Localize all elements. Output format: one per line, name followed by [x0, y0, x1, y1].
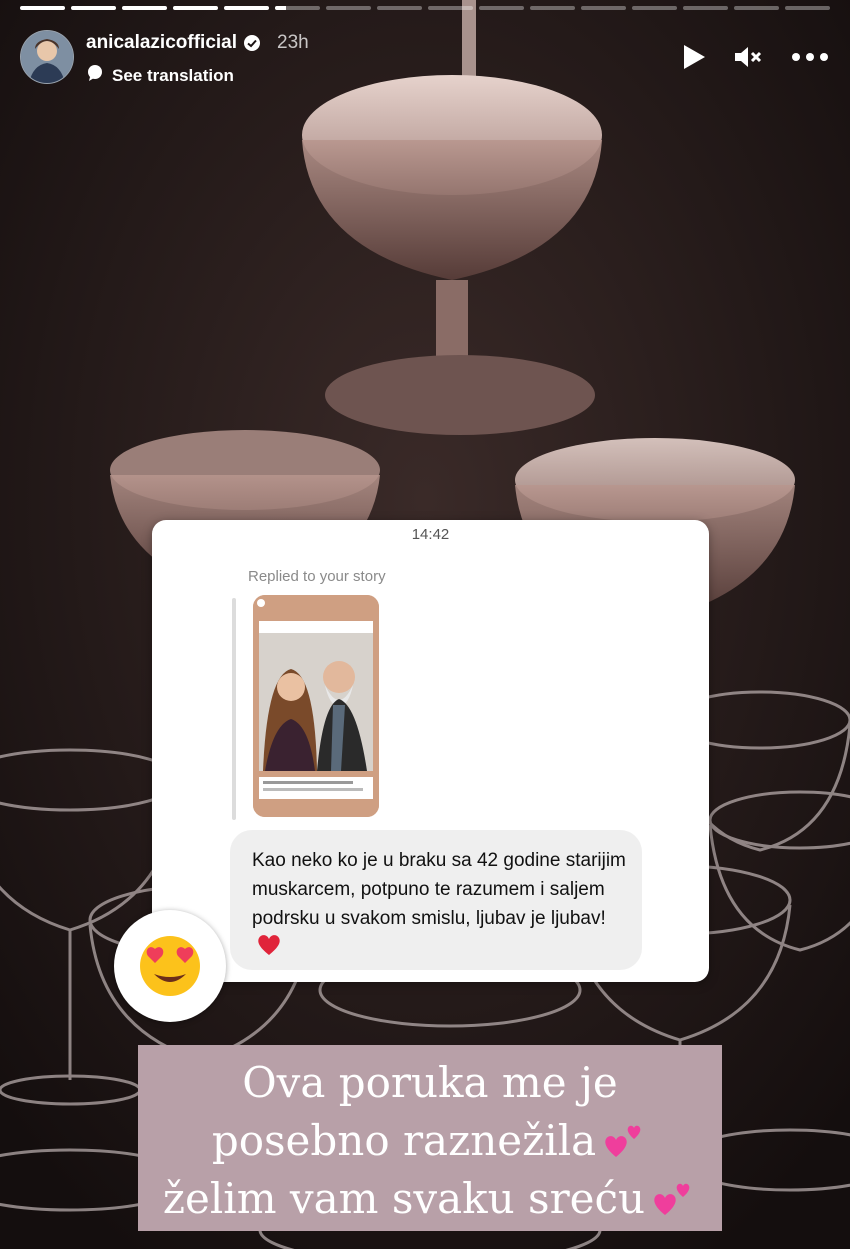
story-progress-segment	[173, 6, 218, 10]
verified-badge-icon	[243, 34, 261, 52]
message-text-wrap: Kao neko ko je u braku sa 42 godine star…	[252, 846, 632, 966]
story-progress-segment	[224, 6, 269, 10]
story-progress-fill	[20, 6, 65, 10]
story-caption: Ova poruka me je posebno raznežila želim…	[138, 1045, 722, 1231]
story-progress-segment	[632, 6, 677, 10]
story-progress-segment	[581, 6, 626, 10]
story-progress-segment	[326, 6, 371, 10]
user-line: anicalazicofficial 23h	[86, 32, 309, 54]
story-progress-segment	[122, 6, 167, 10]
story-progress-segment	[71, 6, 116, 10]
play-icon[interactable]	[678, 42, 708, 72]
caption-line-2-text: posebno raznežila	[211, 1116, 597, 1165]
caption-line-1-text: Ova poruka me je	[242, 1058, 618, 1107]
username[interactable]: anicalazicofficial	[86, 32, 237, 54]
story-progress-bar	[20, 6, 830, 10]
time-ago: 23h	[277, 32, 309, 53]
story-progress-segment	[275, 6, 320, 10]
story-progress-segment	[20, 6, 65, 10]
message-bubble: Kao neko ko je u braku sa 42 godine star…	[230, 830, 642, 970]
story-progress-segment	[683, 6, 728, 10]
caption-line-1: Ova poruka me je	[138, 1053, 722, 1113]
red-heart-icon	[256, 933, 282, 966]
story-progress-fill	[122, 6, 167, 10]
avatar[interactable]	[20, 30, 74, 84]
replied-label: Replied to your story	[248, 568, 386, 585]
message-text: Kao neko ko je u braku sa 42 godine star…	[252, 850, 626, 929]
see-translation[interactable]: See translation	[86, 64, 234, 87]
story-progress-segment	[785, 6, 830, 10]
caption-line-3-text: želim vam svaku sreću	[162, 1174, 646, 1223]
two-hearts-icon	[602, 1117, 648, 1177]
story-progress-segment	[479, 6, 524, 10]
story-progress-segment	[377, 6, 422, 10]
two-hearts-icon	[651, 1175, 697, 1235]
story-progress-segment	[734, 6, 779, 10]
translate-bubble-icon	[86, 64, 104, 87]
message-time: 14:42	[411, 526, 450, 543]
muted-speaker-icon[interactable]	[732, 42, 762, 72]
reply-indicator-bar	[232, 598, 236, 820]
story-progress-segment	[428, 6, 473, 10]
caption-line-2: posebno raznežila	[138, 1111, 722, 1177]
story-progress-segment	[530, 6, 575, 10]
more-options-icon[interactable]	[790, 42, 830, 72]
see-translation-label: See translation	[112, 65, 234, 85]
story-progress-fill	[71, 6, 116, 10]
story-header: anicalazicofficial 23h See translation	[20, 28, 830, 87]
heart-eyes-emoji-icon	[140, 936, 200, 996]
story-thumbnail[interactable]	[253, 595, 379, 817]
caption-line-3: želim vam svaku sreću	[138, 1169, 722, 1235]
reaction-emoji-badge[interactable]	[114, 910, 226, 1022]
story-progress-fill	[224, 6, 269, 10]
dm-screenshot-card: 14:42 Replied to your story Kao neko ko …	[152, 520, 709, 982]
story-progress-fill	[173, 6, 218, 10]
story-progress-fill	[275, 6, 287, 10]
